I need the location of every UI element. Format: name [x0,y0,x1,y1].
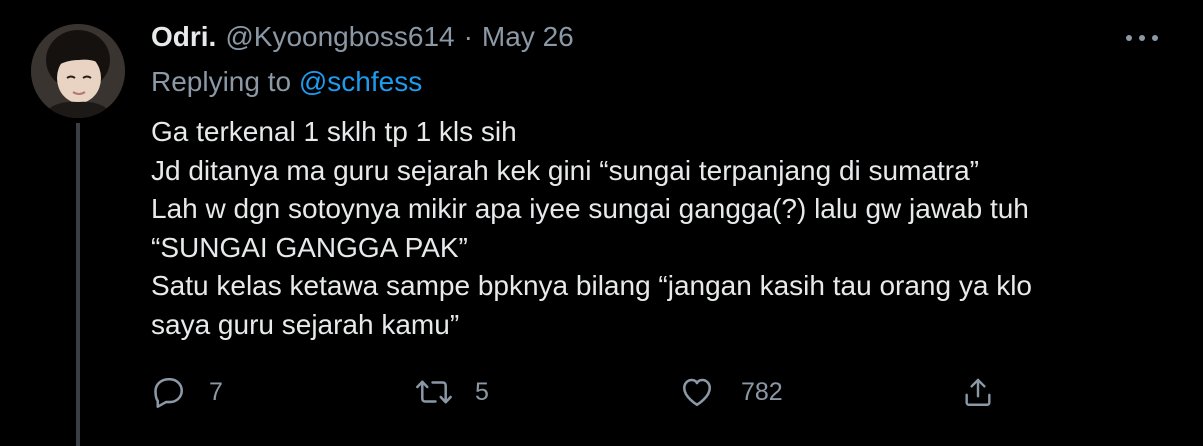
replying-to-handle-link[interactable]: @schfess [299,66,422,97]
share-icon [961,374,995,410]
reply-bubble-icon [151,374,187,410]
tweet-text-line: Jd ditanya ma guru sejarah kek gini “sun… [151,154,980,186]
tweet-actions: 7 5 782 [151,372,1011,412]
like-count: 782 [741,377,783,406]
header-separator: · [463,21,473,52]
replying-to: Replying to @schfess [151,66,422,98]
more-horizontal-icon [1126,35,1132,41]
tweet-text-line: Ga terkenal 1 sklh tp 1 kls sih [151,116,517,147]
reply-count: 7 [209,377,223,406]
more-horizontal-icon [1152,35,1158,41]
author-handle[interactable]: @Kyoongboss614 [225,21,454,53]
tweet-date[interactable]: May 26 [482,21,574,53]
retweet-count: 5 [475,377,489,406]
tweet-text-line: Satu kelas ketawa sampe bpknya bilang “j… [151,270,1032,302]
share-button[interactable] [961,372,995,412]
tweet-text-line: saya guru sejarah kamu” [151,308,460,340]
tweet-text-line: Lah w dgn sotoynya mikir apa iyee sungai… [151,193,1029,225]
retweet-button[interactable]: 5 [415,372,489,412]
more-options-button[interactable] [1126,28,1158,48]
tweet-text-line: “SUNGAI GANGGA PAK” [151,231,468,263]
replying-to-label: Replying to [151,66,292,97]
thread-line [76,123,80,446]
reply-button[interactable]: 7 [151,372,223,412]
avatar[interactable] [31,24,125,118]
author-display-name[interactable]: Odri. [151,21,216,53]
more-horizontal-icon [1139,35,1145,41]
tweet-header: Odri. @Kyoongboss614 · May 26 [151,20,574,54]
like-button[interactable]: 782 [679,372,783,412]
retweet-icon [415,374,453,410]
heart-icon [679,374,715,410]
tweet[interactable]: Odri. @Kyoongboss614 · May 26 Replying t… [0,0,1203,446]
tweet-text: Ga terkenal 1 sklh tp 1 kls sih Jd ditan… [151,113,1161,345]
